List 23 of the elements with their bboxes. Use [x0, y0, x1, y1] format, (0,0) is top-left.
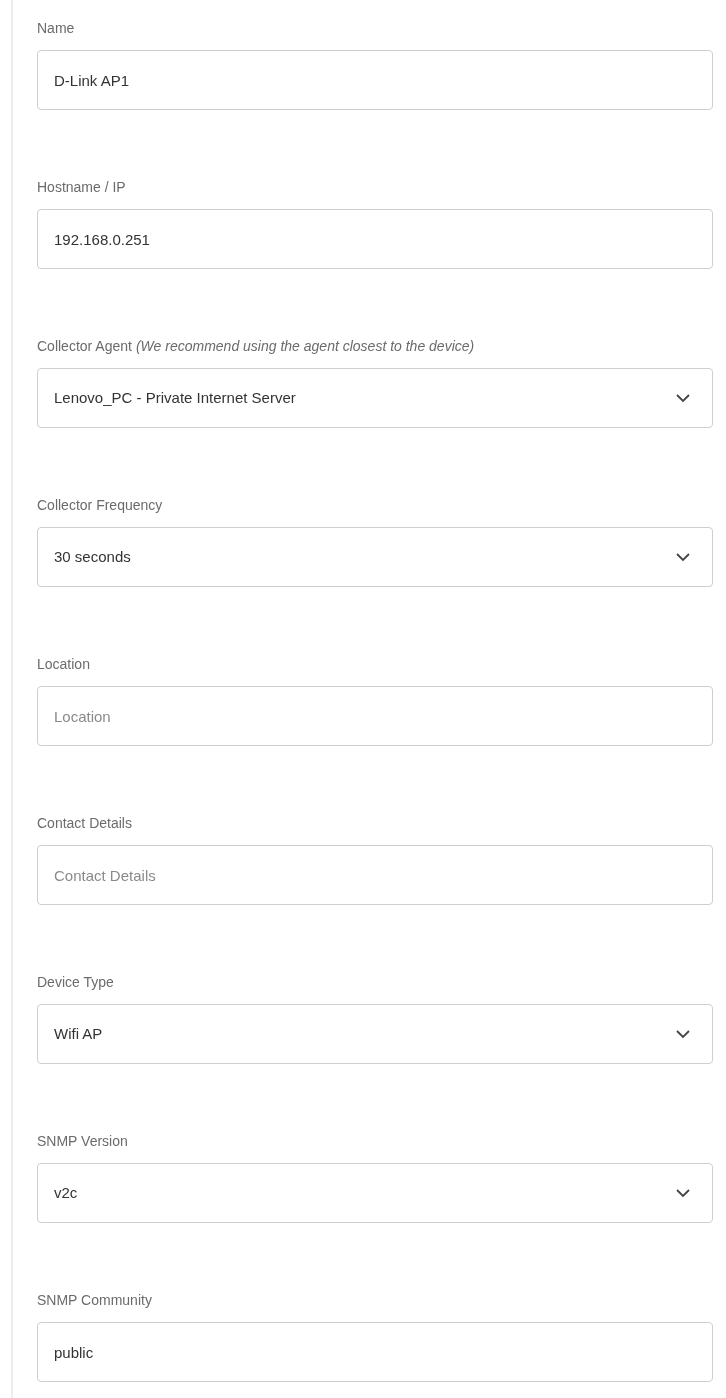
field-label: SNMP Community [37, 1291, 152, 1310]
text-field[interactable]: public [37, 1322, 713, 1382]
chevron-down-icon [676, 1188, 690, 1198]
field-label: Collector Agent [37, 337, 132, 356]
field-label: Location [37, 655, 90, 674]
field-label: Contact Details [37, 814, 132, 833]
dropdown-field[interactable]: 30 seconds [37, 527, 713, 587]
field-label: Hostname / IP [37, 178, 126, 197]
text-field[interactable]: Contact Details [37, 845, 713, 905]
dropdown-field[interactable]: Wifi AP [37, 1004, 713, 1064]
text-field[interactable]: 192.168.0.251 [37, 209, 713, 269]
field-label: SNMP Version [37, 1132, 128, 1151]
dropdown-field[interactable]: v2c [37, 1163, 713, 1223]
field-hint: (We recommend using the agent closest to the device) [135, 337, 475, 356]
chevron-down-icon [676, 393, 690, 403]
chevron-down-icon [676, 552, 690, 562]
text-field[interactable]: D-Link AP1 [37, 50, 713, 110]
text-field[interactable]: Location [37, 686, 713, 746]
field-label: Name [37, 19, 75, 38]
field-label: Device Type [37, 973, 114, 992]
field-label: Collector Frequency [37, 496, 163, 515]
chevron-down-icon [676, 1029, 690, 1039]
dropdown-field[interactable]: Lenovo_PC - Private Internet Server [37, 368, 713, 428]
